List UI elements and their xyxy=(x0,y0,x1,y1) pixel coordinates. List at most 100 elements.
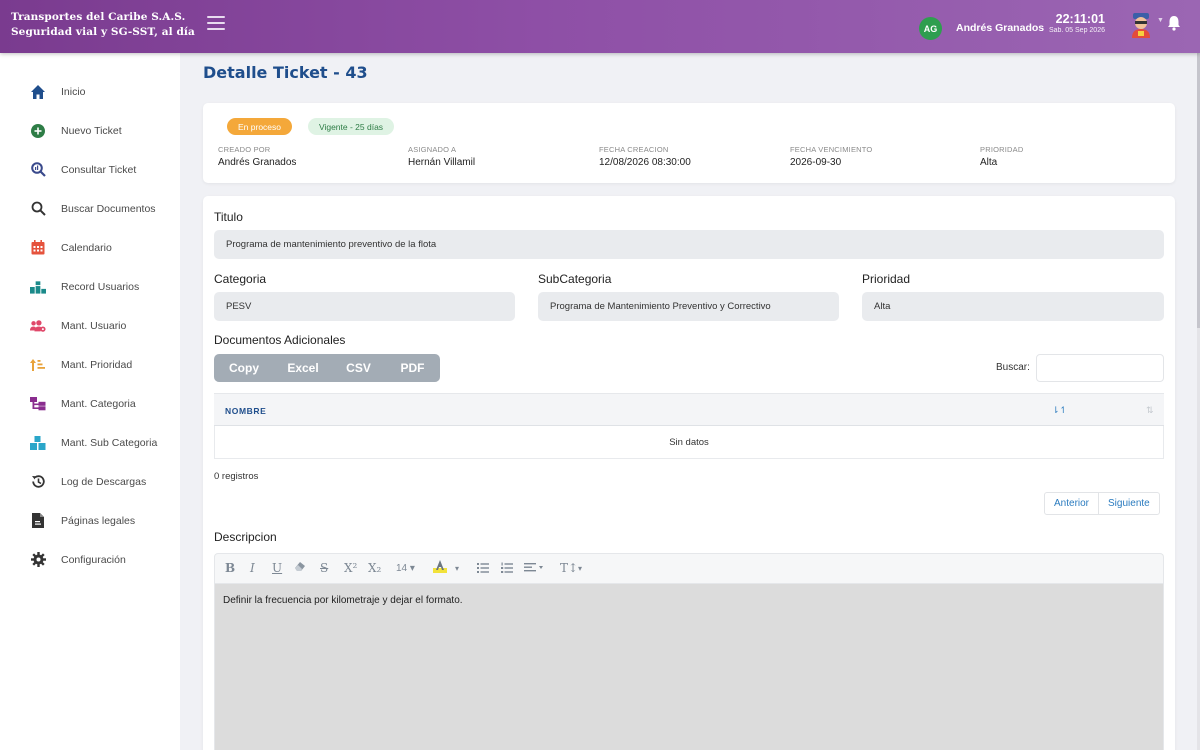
clock-time: 22:11:01 xyxy=(1055,12,1105,26)
sidebar-item-buscar-documentos[interactable]: Buscar Documentos xyxy=(0,189,180,228)
meta-key: CREADO POR xyxy=(218,145,271,154)
sidebar-item-log-descargas[interactable]: Log de Descargas xyxy=(0,462,180,501)
sort-icon[interactable]: ⇅ xyxy=(1146,405,1154,416)
sitemap-icon xyxy=(30,396,46,412)
chevron-down-icon[interactable]: ▾ xyxy=(578,564,582,573)
sidebar-item-mant-prioridad[interactable]: Mant. Prioridad xyxy=(0,345,180,384)
sidebar-item-label: Mant. Sub Categoria xyxy=(61,436,158,449)
empty-row: Sin datos xyxy=(214,426,1164,459)
export-buttons: Copy Excel CSV PDF xyxy=(214,354,440,382)
clock: 22:11:01 Sab. 05 Sep 2026 xyxy=(1043,12,1105,34)
sidebar-item-label: Log de Descargas xyxy=(61,475,147,488)
unordered-list-icon[interactable] xyxy=(477,562,489,577)
company-name: Transportes del Caribe S.A.S. xyxy=(11,11,186,23)
sidebar-item-label: Páginas legales xyxy=(61,514,136,527)
user-name[interactable]: Andrés Granados xyxy=(956,22,1044,34)
documentos-label: Documentos Adicionales xyxy=(214,333,346,347)
prev-button[interactable]: Anterior xyxy=(1045,493,1098,514)
text-color-icon[interactable] xyxy=(433,559,447,576)
search-input[interactable] xyxy=(1036,354,1164,382)
bell-icon[interactable] xyxy=(1167,15,1181,31)
titulo-label: Titulo xyxy=(214,210,243,224)
meta-key: FECHA CREACION xyxy=(599,145,669,154)
font-size-select[interactable]: 14 ▾ xyxy=(396,563,415,574)
italic-button[interactable]: I xyxy=(250,561,255,575)
file-legal-icon xyxy=(30,513,46,529)
meta-value: Alta xyxy=(980,157,998,168)
sidebar-item-mant-categoria[interactable]: Mant. Categoria xyxy=(0,384,180,423)
line-height-icon[interactable]: T↕ xyxy=(560,561,578,575)
copy-button[interactable]: Copy xyxy=(214,354,274,382)
strikethrough-button[interactable]: S xyxy=(320,561,328,575)
csv-button[interactable]: CSV xyxy=(332,354,385,382)
meta-key: PRIORIDAD xyxy=(980,145,1024,154)
meta-value: 12/08/2026 08:30:00 xyxy=(599,157,691,168)
sidebar-item-mant-sub-categoria[interactable]: Mant. Sub Categoria xyxy=(0,423,180,462)
subcategoria-field[interactable]: Programa de Mantenimiento Preventivo y C… xyxy=(538,292,839,321)
ticket-detail-card: Titulo Programa de mantenimiento prevent… xyxy=(203,196,1175,750)
eraser-icon[interactable] xyxy=(294,560,306,575)
ticket-summary-card: En proceso Vigente - 25 días CREADO POR … xyxy=(203,103,1175,183)
subscript-button[interactable]: X₂ xyxy=(368,561,381,575)
sidebar-item-label: Buscar Documentos xyxy=(61,202,156,215)
history-icon xyxy=(30,474,46,490)
sidebar-item-paginas-legales[interactable]: Páginas legales xyxy=(0,501,180,540)
bold-button[interactable]: B xyxy=(225,561,235,575)
categoria-field[interactable]: PESV xyxy=(214,292,515,321)
assigned-to: ASIGNADO A Hernán Villamil xyxy=(408,145,475,168)
descripcion-label: Descripcion xyxy=(214,530,277,544)
sidebar-item-label: Calendario xyxy=(61,241,112,254)
sidebar-item-nuevo-ticket[interactable]: Nuevo Ticket xyxy=(0,111,180,150)
creation-date: FECHA CREACION 12/08/2026 08:30:00 xyxy=(599,145,691,168)
editor-toolbar: B I U S X² X₂ 14 ▾ ▾ T↕ ▾ xyxy=(214,553,1164,583)
chevron-down-icon[interactable]: ▾ xyxy=(455,564,459,573)
priority: PRIORIDAD Alta xyxy=(980,145,1023,168)
avatar[interactable]: AG xyxy=(919,17,942,40)
sidebar-item-label: Configuración xyxy=(61,553,126,566)
magnifier-chart-icon xyxy=(30,162,46,178)
company-brand: Transportes del Caribe S.A.S. Seguridad … xyxy=(11,10,195,40)
sidebar-item-label: Inicio xyxy=(61,85,86,98)
titulo-field[interactable]: Programa de mantenimiento preventivo de … xyxy=(214,230,1164,259)
subcategoria-label: SubCategoria xyxy=(538,272,612,286)
user-icon[interactable] xyxy=(1129,12,1153,38)
clock-date: Sab. 05 Sep 2026 xyxy=(1048,27,1105,34)
sidebar-item-label: Record Usuarios xyxy=(61,280,140,293)
underline-button[interactable]: U xyxy=(272,561,282,575)
chevron-down-icon[interactable]: ▼ xyxy=(1157,17,1164,24)
gear-icon xyxy=(30,552,46,568)
sort-asc-icon[interactable]: ⇂↿ xyxy=(1052,405,1067,416)
validity-badge: Vigente - 25 días xyxy=(308,118,394,135)
podium-icon xyxy=(30,279,46,295)
sidebar-item-consultar-ticket[interactable]: Consultar Ticket xyxy=(0,150,180,189)
excel-button[interactable]: Excel xyxy=(274,354,332,382)
meta-value: Andrés Granados xyxy=(218,157,297,168)
home-icon xyxy=(30,84,46,100)
sidebar-item-label: Mant. Prioridad xyxy=(61,358,133,371)
prioridad-field[interactable]: Alta xyxy=(862,292,1164,321)
superscript-button[interactable]: X² xyxy=(344,561,357,575)
menu-icon[interactable] xyxy=(207,16,225,30)
categoria-label: Categoria xyxy=(214,272,267,286)
records-count: 0 registros xyxy=(214,471,259,482)
calendar-icon xyxy=(30,240,46,256)
search-label: Buscar: xyxy=(996,362,1030,373)
sidebar-item-label: Nuevo Ticket xyxy=(61,124,122,137)
sidebar-item-calendario[interactable]: Calendario xyxy=(0,228,180,267)
next-button[interactable]: Siguiente xyxy=(1098,493,1159,514)
table-header: NOMBRE ⇂↿ ⇅ xyxy=(214,393,1164,426)
pdf-button[interactable]: PDF xyxy=(385,354,440,382)
meta-value: 2026-09-30 xyxy=(790,157,842,168)
sidebar-item-mant-usuario[interactable]: Mant. Usuario xyxy=(0,306,180,345)
sidebar-item-inicio[interactable]: Inicio xyxy=(0,72,180,111)
sidebar-item-record-usuarios[interactable]: Record Usuarios xyxy=(0,267,180,306)
users-cog-icon xyxy=(30,318,46,334)
company-tagline: Seguridad vial y SG-SST, al día xyxy=(11,26,195,38)
ordered-list-icon[interactable] xyxy=(501,562,513,577)
sidebar-item-configuracion[interactable]: Configuración xyxy=(0,540,180,579)
align-icon[interactable] xyxy=(524,562,544,577)
column-header-nombre[interactable]: NOMBRE xyxy=(225,406,266,416)
plus-circle-icon xyxy=(30,123,46,139)
description-editor[interactable]: Definir la frecuencia por kilometraje y … xyxy=(214,583,1164,750)
meta-value: Hernán Villamil xyxy=(408,157,476,168)
